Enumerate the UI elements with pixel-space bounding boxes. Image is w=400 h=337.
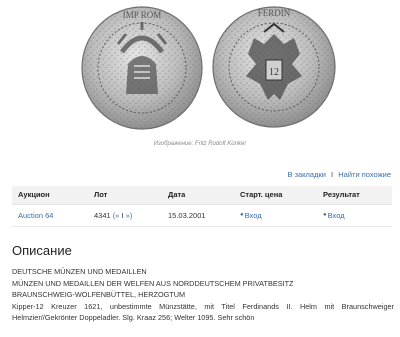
- action-separator: I: [331, 170, 334, 179]
- description-title: Описание: [12, 243, 72, 258]
- description-line: MÜNZEN UND MEDAILLEN DER WELFEN AUS NORD…: [12, 278, 294, 288]
- cell-lot: 4341 (« I »): [88, 204, 162, 227]
- description-body: DEUTSCHE MÜNZEN UND MEDAILLEN MÜNZEN UND…: [12, 266, 394, 324]
- find-similar-link[interactable]: Найти похожие: [338, 170, 391, 179]
- result-login-link[interactable]: Вход: [328, 211, 345, 220]
- auction-link[interactable]: Auction 64: [18, 211, 53, 220]
- table-header-row: Аукцион Лот Дата Старт. цена Результат: [12, 186, 392, 205]
- cell-start-price: ●Вход: [234, 204, 317, 227]
- header-lot: Лот: [88, 186, 162, 205]
- bookmark-link[interactable]: В закладки: [287, 170, 325, 179]
- obverse-legend: IMP ROM: [123, 10, 161, 20]
- auction-table: Аукцион Лот Дата Старт. цена Результат A…: [12, 186, 392, 227]
- cell-date: 15.03.2001: [162, 204, 234, 227]
- coin-obverse: IMP ROM: [81, 6, 203, 130]
- cell-result: ●Вход: [317, 204, 392, 227]
- reverse-legend: FERDIN: [258, 8, 291, 18]
- coin-reverse: 12 FERDIN: [212, 6, 336, 128]
- header-start-price: Старт. цена: [234, 186, 317, 205]
- header-auction: Аукцион: [12, 186, 88, 205]
- description-line: DEUTSCHE MÜNZEN UND MEDAILLEN: [12, 267, 147, 276]
- svg-text:12: 12: [269, 67, 279, 78]
- coin-image[interactable]: IMP ROM 12 FERDIN: [0, 0, 400, 136]
- cell-auction: Auction 64: [12, 204, 88, 227]
- start-price-login-link[interactable]: Вход: [245, 211, 262, 220]
- header-result: Результат: [317, 186, 392, 205]
- prev-lot-link[interactable]: «: [115, 211, 119, 220]
- table-row: Auction 64 4341 (« I ») 15.03.2001 ●Вход…: [12, 204, 392, 227]
- action-links: В закладки I Найти похожие: [287, 170, 391, 179]
- lot-number: 4341: [94, 210, 111, 220]
- lot-nav-separator: I: [121, 210, 124, 220]
- coin-photo: IMP ROM 12 FERDIN: [81, 6, 336, 130]
- description-line: BRAUNSCHWEIG-WOLFENBÜTTEL, HERZOGTUM: [12, 290, 186, 300]
- header-date: Дата: [162, 186, 234, 205]
- image-caption: Изображение: Fritz Rudolf Künker: [153, 141, 247, 147]
- description-line: Kipper-12 Kreuzer 1621, unbestimmte Münz…: [12, 301, 394, 323]
